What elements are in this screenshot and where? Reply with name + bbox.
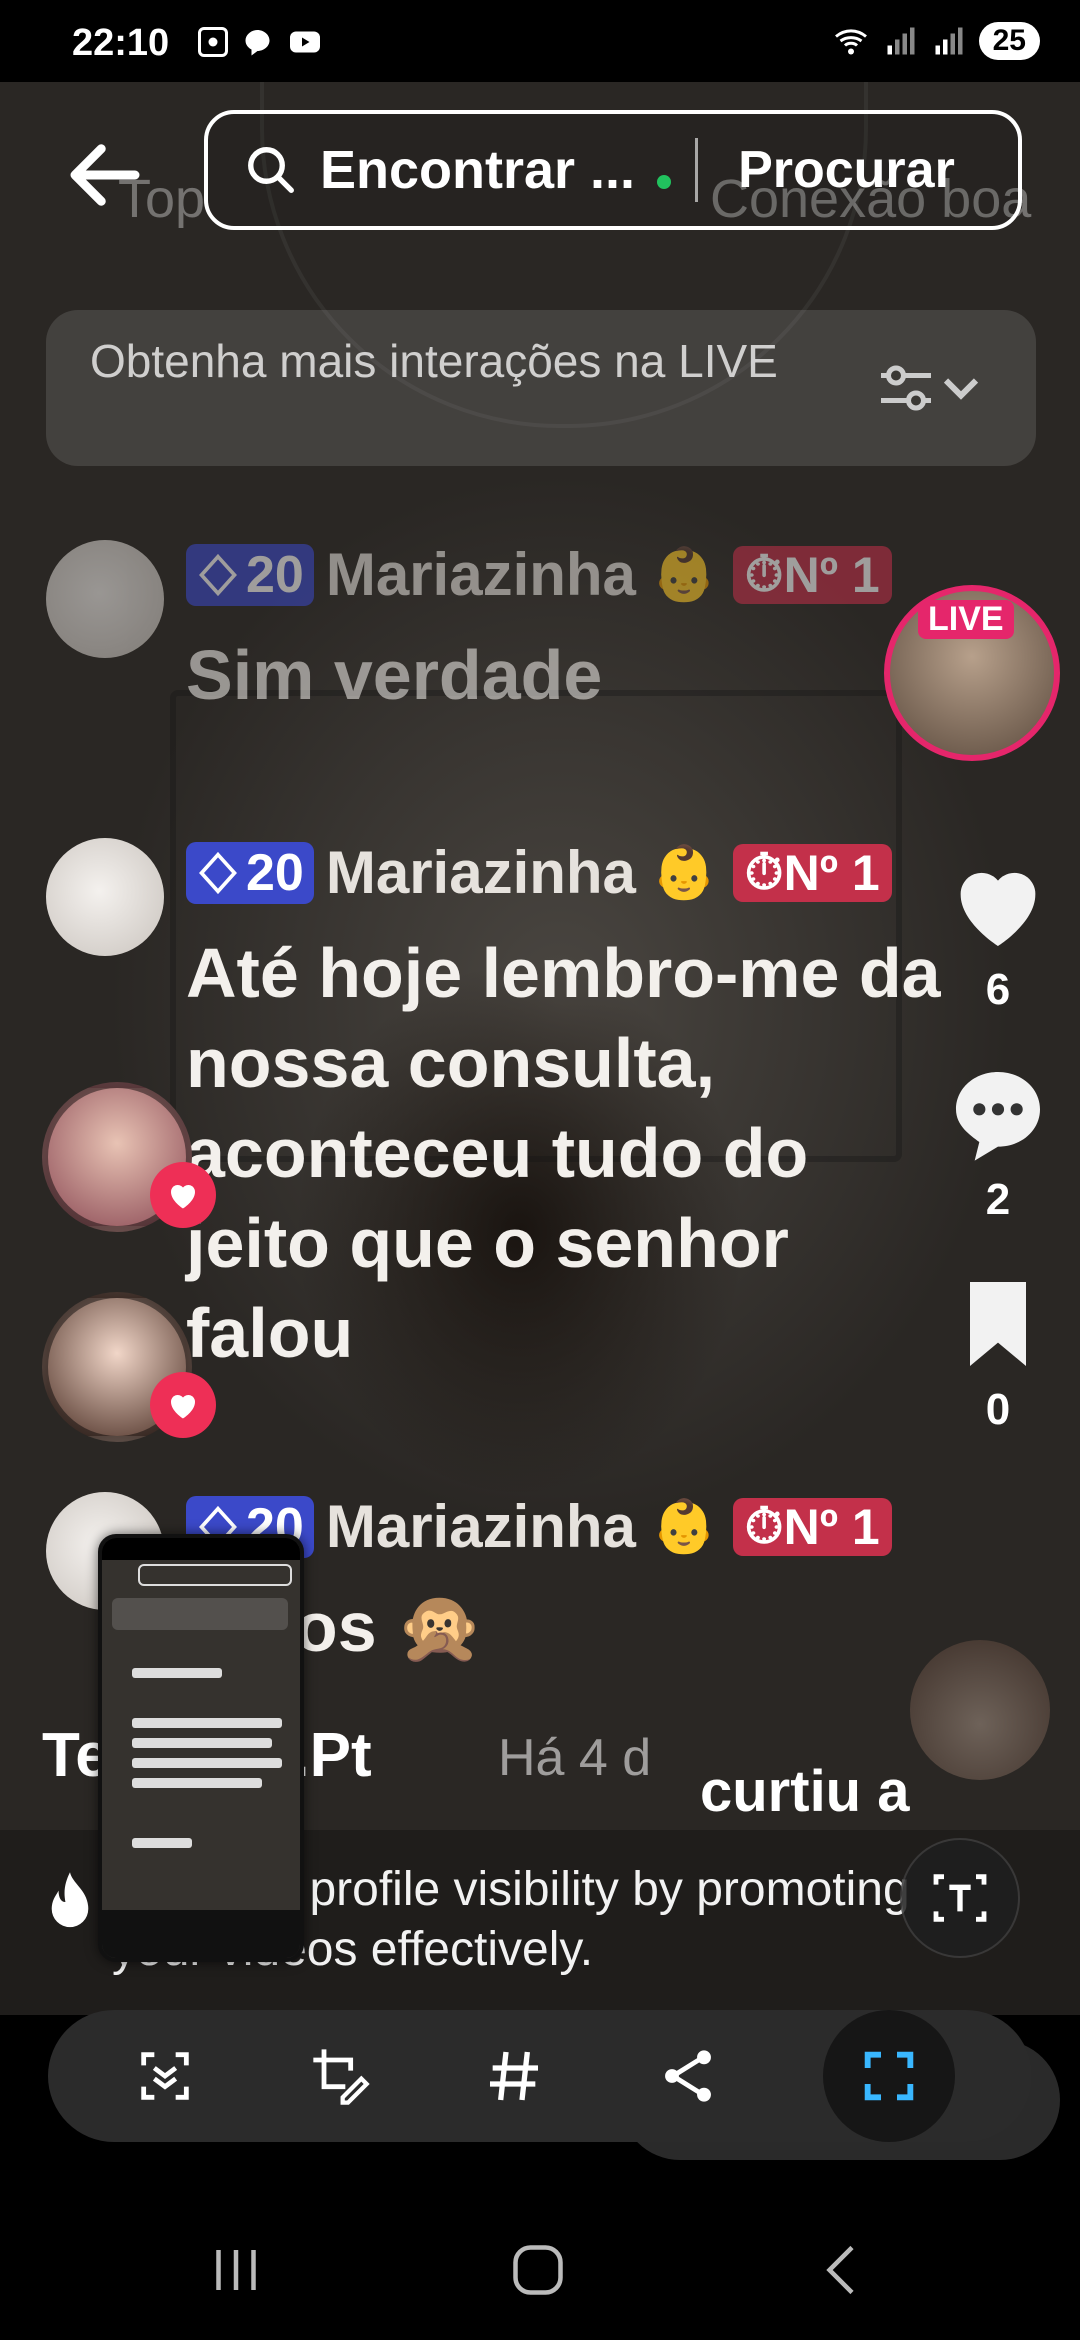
screen-capture-icon bbox=[198, 27, 228, 57]
chat-bubbles-icon bbox=[245, 30, 270, 56]
screenshot-thumbnail[interactable] bbox=[98, 1534, 304, 1962]
recent-apps-icon[interactable] bbox=[206, 2240, 266, 2300]
wifi-icon bbox=[834, 29, 867, 55]
flame-icon bbox=[51, 1872, 89, 1928]
share-button[interactable] bbox=[648, 2036, 728, 2116]
text-recognition-icon bbox=[933, 1874, 987, 1922]
comment-icon bbox=[956, 1072, 1040, 1161]
stopwatch-icon: ⏱ bbox=[744, 546, 784, 602]
save-count: 0 bbox=[985, 1385, 1011, 1434]
comment-username[interactable]: Mariazinha bbox=[326, 838, 636, 907]
search-input[interactable]: Encontrar ... Procurar bbox=[204, 110, 1022, 230]
comment-text: Até hoje lembro-me da nossa consulta, ac… bbox=[186, 934, 941, 1372]
text-recognition-button[interactable] bbox=[900, 1838, 1020, 1958]
thumb-line bbox=[132, 1738, 272, 1748]
comment-user-line: 20 Mariazinha 👶 ⏱ Nº 1 bbox=[186, 540, 892, 609]
comment-action[interactable]: 2 bbox=[938, 1058, 1058, 1225]
baby-badge-icon: 👶 bbox=[651, 1498, 717, 1556]
stopwatch-icon: ⏱ bbox=[744, 1498, 784, 1554]
arrow-left-icon[interactable] bbox=[60, 130, 150, 220]
hashtag-button[interactable] bbox=[474, 2036, 554, 2116]
edit-button[interactable] bbox=[300, 2036, 380, 2116]
liked-text: curtiu a bbox=[700, 1759, 910, 1824]
rank-badge: ⏱ Nº 1 bbox=[732, 843, 892, 902]
status-dot bbox=[657, 175, 672, 189]
screenshot-toolbar bbox=[48, 2010, 1032, 2142]
diamond-icon bbox=[199, 851, 237, 894]
banner-text: Obtenha mais interações na LIVE bbox=[90, 335, 778, 387]
baby-badge-icon: 👶 bbox=[651, 546, 717, 604]
thumb-line bbox=[132, 1778, 262, 1788]
thumb-banner bbox=[112, 1598, 288, 1630]
level-badge: 20 bbox=[186, 543, 314, 606]
rank-badge: ⏱ Nº 1 bbox=[732, 1497, 892, 1556]
signal-icon bbox=[887, 27, 915, 55]
search-divider bbox=[695, 138, 699, 202]
search-button[interactable]: Procurar bbox=[738, 140, 955, 200]
comment-count: 2 bbox=[985, 1175, 1011, 1224]
comment-user-line: 20 Mariazinha 👶 ⏱ Nº 1 bbox=[186, 838, 892, 907]
battery-level: 25 bbox=[978, 22, 1040, 60]
thumb-search bbox=[138, 1564, 292, 1586]
comment-username[interactable]: Mariazinha bbox=[326, 1492, 636, 1561]
music-disc[interactable] bbox=[910, 1640, 1050, 1780]
like-count: 6 bbox=[985, 965, 1011, 1014]
interactions-banner[interactable]: Obtenha mais interações na LIVE bbox=[46, 310, 1036, 466]
scroll-capture-icon bbox=[141, 2052, 189, 2100]
heart-icon bbox=[150, 1162, 216, 1228]
stopwatch-icon: ⏱ bbox=[744, 844, 784, 900]
signal-icon-2 bbox=[935, 27, 963, 55]
comment-username[interactable]: Mariazinha bbox=[326, 540, 636, 609]
baby-badge-icon: 👶 bbox=[651, 844, 717, 902]
like-action[interactable]: 6 bbox=[938, 848, 1058, 1015]
diamond-icon bbox=[199, 553, 237, 596]
heart-icon bbox=[150, 1372, 216, 1438]
scroll-capture-button[interactable] bbox=[125, 2036, 205, 2116]
thumb-line bbox=[132, 1668, 222, 1678]
level-badge: 20 bbox=[186, 841, 314, 904]
thumb-statusbar bbox=[102, 1538, 300, 1560]
thumb-line bbox=[132, 1838, 192, 1848]
avatar[interactable] bbox=[46, 838, 164, 956]
live-badge: LIVE bbox=[918, 600, 1014, 639]
status-time: 22:10 bbox=[72, 22, 170, 64]
home-icon[interactable] bbox=[508, 2240, 568, 2300]
status-bar: 22:10 25 bbox=[0, 0, 1080, 82]
thumb-bottom bbox=[102, 1910, 300, 1958]
capture-frame-icon bbox=[864, 2051, 914, 2101]
youtube-icon bbox=[290, 31, 320, 53]
hashtag-icon bbox=[489, 2051, 538, 2101]
status-notification-icons bbox=[195, 24, 323, 60]
thumb-line bbox=[132, 1758, 282, 1768]
search-placeholder: Encontrar ... bbox=[320, 140, 636, 200]
comment-text: Sim verdade bbox=[186, 636, 603, 714]
save-action[interactable]: 0 bbox=[938, 1268, 1058, 1435]
capture-button[interactable] bbox=[822, 2010, 955, 2142]
share-icon bbox=[665, 2050, 712, 2102]
bookmark-icon bbox=[970, 1282, 1026, 1366]
back-nav-icon[interactable] bbox=[812, 2240, 872, 2300]
thumb-line bbox=[132, 1718, 282, 1728]
crop-edit-icon bbox=[312, 2049, 370, 2105]
avatar[interactable] bbox=[46, 540, 164, 658]
sliders-icon[interactable] bbox=[876, 358, 986, 418]
post-time: Há 4 d bbox=[498, 1729, 652, 1787]
rank-badge: ⏱ Nº 1 bbox=[732, 545, 892, 604]
heart-icon bbox=[960, 872, 1036, 946]
search-icon bbox=[248, 147, 294, 193]
status-system-icons: 25 bbox=[831, 22, 1040, 60]
